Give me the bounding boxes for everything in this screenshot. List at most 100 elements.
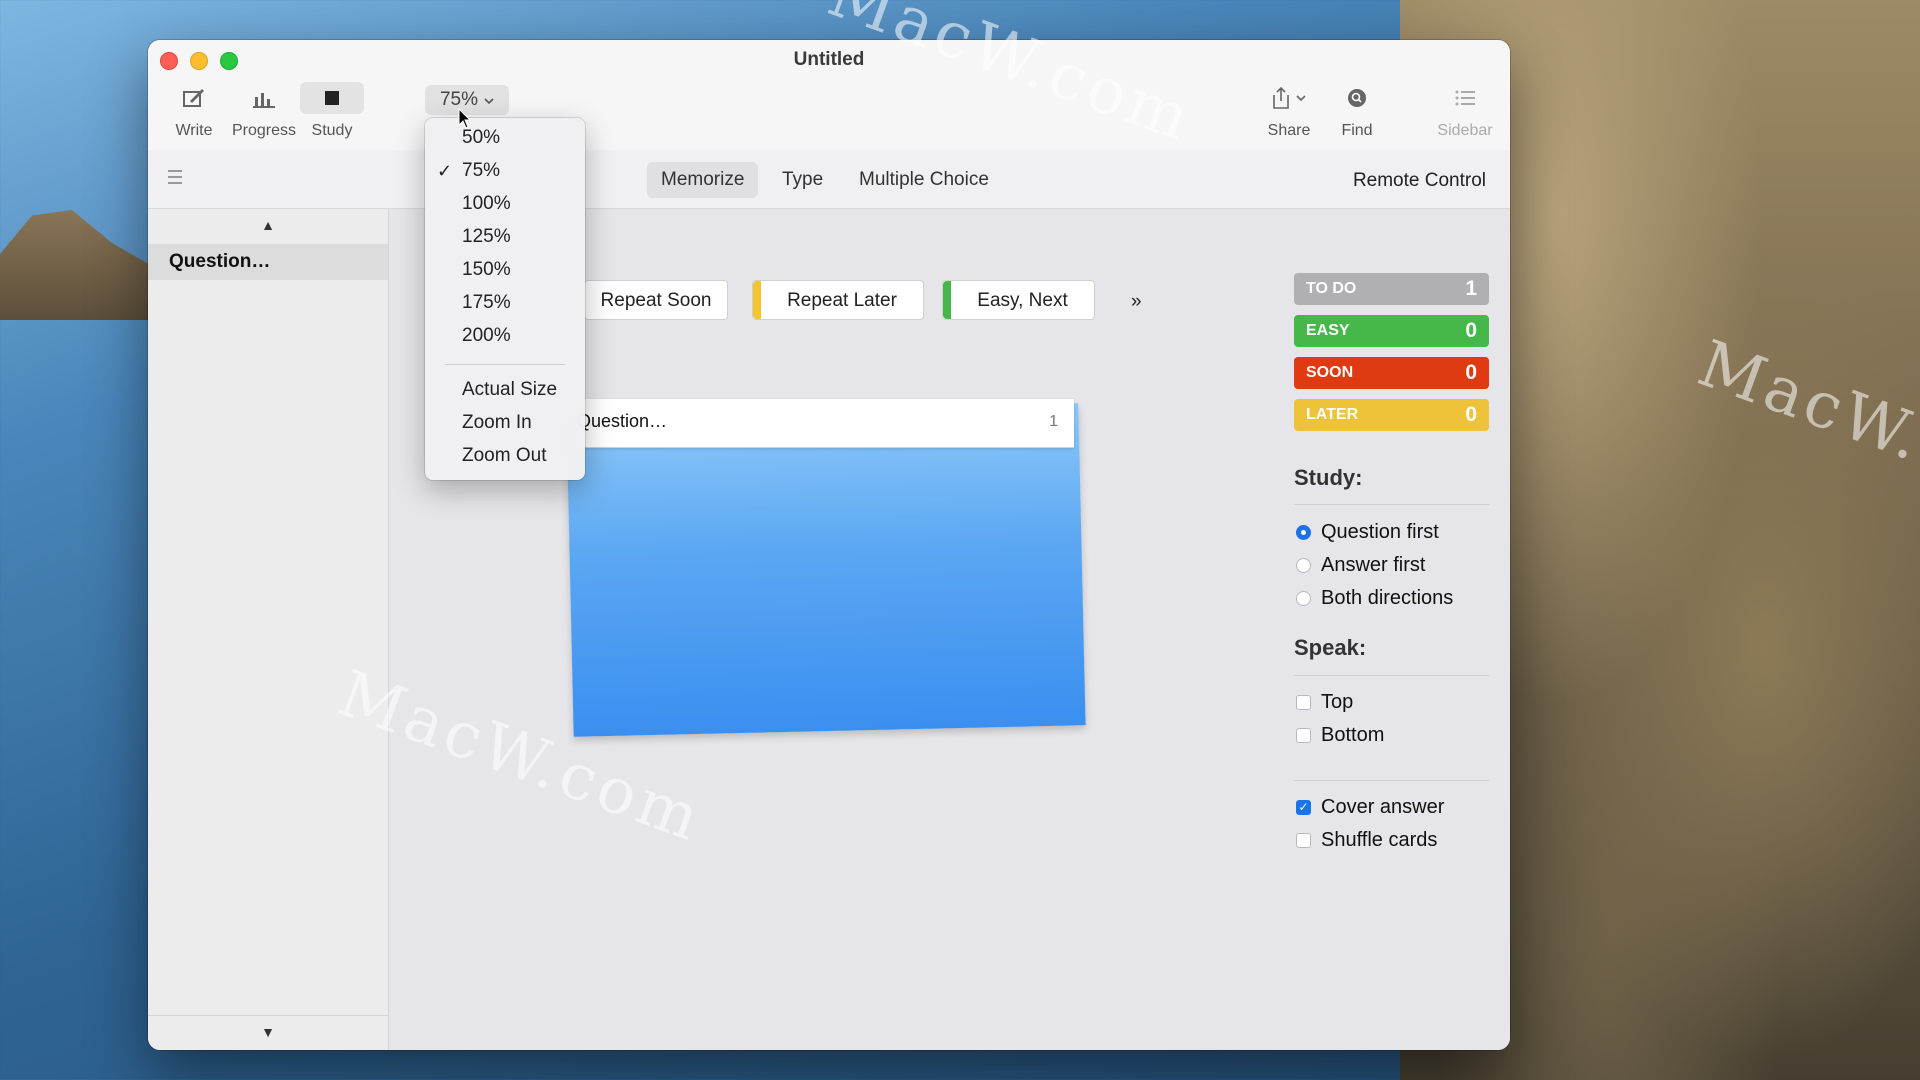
share-icon <box>1265 82 1313 114</box>
speak-divider <box>1294 675 1489 676</box>
zoom-menu-item-75-label: 75% <box>462 160 501 181</box>
zoom-menu-item-50[interactable]: 50% <box>425 122 585 154</box>
checkbox-shuffle-cards-label: Shuffle cards <box>1321 829 1438 851</box>
desktop-cliff-left <box>0 210 160 320</box>
radio-answer-first[interactable]: Answer first <box>1296 554 1425 577</box>
card-number: 1 <box>1049 413 1058 430</box>
zoom-menu-item-125[interactable]: 125% <box>425 221 585 253</box>
card-list-sidebar: ▲ Question… ▼ <box>148 209 389 1050</box>
easy-next-button[interactable]: Easy, Next <box>942 280 1095 320</box>
stat-later: LATER 0 <box>1294 399 1489 431</box>
easy-stripe <box>943 281 951 319</box>
find-label: Find <box>1341 122 1373 139</box>
repeat-soon-button[interactable]: Repeat Soon <box>584 280 728 320</box>
stop-icon <box>300 82 364 114</box>
checkbox-top[interactable]: Top <box>1296 691 1353 714</box>
zoom-menu-item-75[interactable]: ✓ 75% <box>425 155 585 187</box>
mouse-cursor-icon <box>458 108 472 129</box>
study-divider <box>1294 504 1489 505</box>
scroll-down-arrow-icon[interactable]: ▼ <box>148 1024 388 1040</box>
stat-todo: TO DO 1 <box>1294 273 1489 305</box>
share-label: Share <box>1267 122 1311 139</box>
zoom-menu: 50% ✓ 75% 100% 125% 150% 175% 200% Actual… <box>425 118 585 480</box>
window-title: Untitled <box>793 49 865 70</box>
radio-question-first-control[interactable] <box>1296 525 1311 540</box>
radio-both-directions-control[interactable] <box>1296 591 1311 606</box>
stat-easy: EASY 0 <box>1294 315 1489 347</box>
zoom-menu-item-175[interactable]: 175% <box>425 287 585 319</box>
checkbox-bottom[interactable]: Bottom <box>1296 724 1384 747</box>
more-answers-button[interactable]: » <box>1131 291 1142 313</box>
chevron-down-icon <box>484 89 494 111</box>
checkbox-cover-answer[interactable]: ✓ Cover answer <box>1296 796 1444 819</box>
sidebar-label: Sidebar <box>1437 122 1493 139</box>
zoom-menu-zoom-in[interactable]: Zoom In <box>425 407 585 439</box>
hamburger-icon[interactable] <box>168 170 182 188</box>
stat-todo-value: 1 <box>1465 277 1477 300</box>
write-icon <box>170 82 218 114</box>
easy-next-label: Easy, Next <box>977 290 1068 311</box>
repeat-later-label: Repeat Later <box>787 290 897 311</box>
title-bar: Untitled Write Progress Study 75% Share … <box>148 40 1510 151</box>
write-button[interactable]: Write <box>164 82 224 140</box>
card-question-text: Question… <box>577 411 668 431</box>
stat-later-label: LATER <box>1306 406 1359 423</box>
zoom-menu-item-200-label: 200% <box>462 325 511 346</box>
radio-question-first[interactable]: Question first <box>1296 521 1439 544</box>
search-icon <box>1333 82 1381 114</box>
zoom-menu-item-125-label: 125% <box>462 226 511 247</box>
checkmark-icon: ✓ <box>437 161 453 181</box>
stat-later-value: 0 <box>1465 403 1477 426</box>
checkbox-cover-answer-label: Cover answer <box>1321 796 1445 818</box>
list-icon <box>1441 82 1489 114</box>
checkbox-bottom-label: Bottom <box>1321 724 1385 746</box>
tab-multiple-choice[interactable]: Multiple Choice <box>845 162 1003 198</box>
zoom-menu-separator <box>445 364 565 365</box>
zoom-menu-item-200[interactable]: 200% <box>425 320 585 352</box>
tab-type[interactable]: Type <box>768 162 837 198</box>
radio-answer-first-control[interactable] <box>1296 558 1311 573</box>
bar-chart-icon <box>240 82 288 114</box>
zoom-menu-zoom-in-label: Zoom In <box>462 412 532 433</box>
checkbox-cover-answer-control[interactable]: ✓ <box>1296 800 1311 815</box>
share-button[interactable]: Share <box>1254 82 1324 140</box>
checkbox-shuffle-cards[interactable]: Shuffle cards <box>1296 829 1437 852</box>
study-button[interactable]: Study <box>300 82 364 140</box>
sidebar-button[interactable]: Sidebar <box>1430 82 1500 140</box>
zoom-menu-item-150[interactable]: 150% <box>425 254 585 286</box>
stat-easy-label: EASY <box>1306 322 1350 339</box>
zoom-menu-actual-size[interactable]: Actual Size <box>425 374 585 406</box>
radio-answer-first-label: Answer first <box>1321 554 1426 576</box>
zoom-menu-item-175-label: 175% <box>462 292 511 313</box>
stat-soon: SOON 0 <box>1294 357 1489 389</box>
sidebar-footer: ▼ <box>148 1015 388 1050</box>
tab-memorize[interactable]: Memorize <box>647 162 759 198</box>
zoom-menu-item-100-label: 100% <box>462 193 511 214</box>
zoom-menu-actual-size-label: Actual Size <box>462 379 558 400</box>
answer-card-cover[interactable] <box>566 403 1086 737</box>
study-section-title: Study: <box>1294 465 1363 490</box>
zoom-menu-zoom-out-label: Zoom Out <box>462 445 547 466</box>
repeat-soon-label: Repeat Soon <box>600 290 712 311</box>
stat-todo-label: TO DO <box>1306 280 1357 297</box>
repeat-later-button[interactable]: Repeat Later <box>752 280 924 320</box>
zoom-menu-item-100[interactable]: 100% <box>425 188 585 220</box>
question-card[interactable]: Question… 1 <box>577 399 1074 448</box>
find-button[interactable]: Find <box>1332 82 1382 140</box>
scroll-up-arrow-icon[interactable]: ▲ <box>148 217 388 233</box>
stat-soon-label: SOON <box>1306 364 1354 381</box>
mode-bar: Memorize Type Multiple Choice Remote Con… <box>148 150 1510 209</box>
zoom-menu-zoom-out[interactable]: Zoom Out <box>425 440 585 472</box>
radio-both-directions[interactable]: Both directions <box>1296 587 1453 610</box>
app-window: Untitled Write Progress Study 75% Share … <box>148 40 1510 1050</box>
sidebar-item-question[interactable]: Question… <box>148 244 388 280</box>
checkbox-shuffle-cards-control[interactable] <box>1296 833 1311 848</box>
remote-control-button[interactable]: Remote Control <box>1353 170 1486 192</box>
progress-label: Progress <box>231 122 297 139</box>
checkbox-bottom-control[interactable] <box>1296 728 1311 743</box>
progress-button[interactable]: Progress <box>224 82 304 140</box>
options-divider <box>1294 780 1489 781</box>
stat-easy-value: 0 <box>1465 319 1477 342</box>
checkbox-top-control[interactable] <box>1296 695 1311 710</box>
study-label: Study <box>311 122 353 139</box>
